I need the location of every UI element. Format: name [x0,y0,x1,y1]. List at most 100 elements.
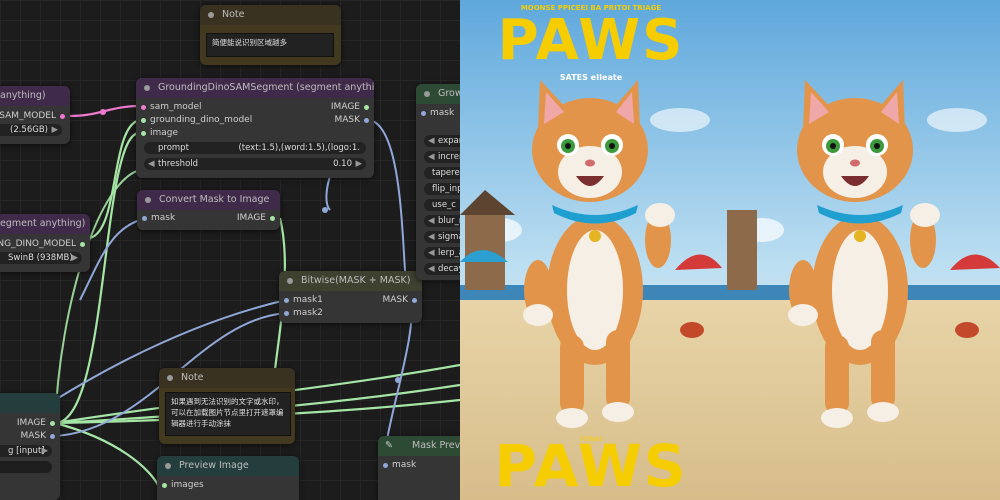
grow-widget-label: use_c [432,200,456,210]
grow-mask-node[interactable]: Grow mask ◀expan ◀increm tapere flip_inp… [416,84,460,280]
chevron-right-icon[interactable]: ▶ [51,124,58,136]
collapse-dot-icon[interactable] [208,12,214,18]
image-file-value: g [input] [8,446,45,456]
grow-widget-tapered[interactable]: tapere [424,167,460,179]
sam-model-input-slot[interactable] [141,105,146,110]
prompt-field[interactable]: prompt (text:1.5),(word:1.5),(logo:1. [144,142,366,154]
chevron-left-icon[interactable]: ◀ [428,231,435,243]
bitwise-mask-node[interactable]: Bitwise(MASK + MASK) mask1 MASK mask2 [279,271,422,323]
sam-model-select[interactable]: (2.56GB) ▶ [0,124,62,136]
sam-loader-header: anything) [0,86,70,106]
mask-output-slot[interactable] [364,118,369,123]
note-mid-header: Note [159,368,295,388]
grow-widget-increment[interactable]: ◀increm [424,151,460,163]
segment-row-3: image [136,127,374,140]
note-mid-text[interactable]: 如果遇到无法识别的文字或水印，可以在加载图片节点里打开遮罩编辑器进行手动涂抹 [165,392,291,436]
grow-widget-sigma[interactable]: ◀sigma [424,231,460,243]
preview-images-input-slot[interactable] [162,483,167,488]
image-file-select[interactable]: g [input] ▶ [0,445,52,457]
chevron-right-icon[interactable]: ▶ [355,158,362,170]
collapse-dot-icon[interactable] [287,278,293,284]
bitwise-row-2: mask2 [279,307,422,320]
load-image-node[interactable]: IMAGE MASK g [input] ▶ [0,393,60,500]
grounding-sam-segment-node[interactable]: GroundingDinoSAMSegment (segment anythin… [136,78,374,178]
collapse-dot-icon[interactable] [167,375,173,381]
grow-mask-input-slot[interactable] [421,111,426,116]
chevron-left-icon[interactable]: ◀ [428,215,435,227]
note-top-text[interactable]: 简便能说识别区域越多 [206,33,334,57]
preview-image-node[interactable]: Preview Image images [157,456,299,500]
threshold-slider[interactable]: ◀ threshold 0.10 ▶ [144,158,366,170]
preview-images-input-label: images [171,480,204,490]
grounding-output-slot[interactable] [80,242,85,247]
poster-illustration-clean [722,0,1000,500]
node-editor-canvas[interactable]: Note 简便能说识别区域越多 anything) SAM_MODEL (2.5… [0,0,460,500]
collapse-dot-icon[interactable] [165,463,171,469]
grow-widget-decay[interactable]: ◀decay [424,263,460,275]
grounding-loader-title: egment anything) [0,218,86,229]
grow-widget-blur-radius[interactable]: ◀ blur_r [424,215,460,227]
note-top-header: Note [200,5,341,25]
chevron-left-icon[interactable]: ◀ [428,135,435,147]
mask1-input-slot[interactable] [284,298,289,303]
sam-model-loader-node[interactable]: anything) SAM_MODEL (2.56GB) ▶ [0,86,70,144]
chevron-left-icon[interactable]: ◀ [148,158,155,170]
image-input-slot[interactable] [141,131,146,136]
chevron-right-icon[interactable]: ▶ [41,445,48,457]
bitwise-output-slot[interactable] [412,298,417,303]
grounding-dino-loader-node[interactable]: egment anything) DING_DINO_MODEL SwinB (… [0,214,90,272]
convert-mask-input-label: mask [151,213,176,223]
load-mask-output-label: MASK [20,431,46,441]
prompt-value: (text:1.5),(word:1.5),(logo:1. [238,143,360,153]
mask2-input-slot[interactable] [284,311,289,316]
grow-widget-expand[interactable]: ◀expan [424,135,460,147]
load-image-output-slot[interactable] [50,421,55,426]
grow-widget-lerp-alpha[interactable]: ◀lerp_a [424,247,460,259]
note-node-middle[interactable]: Note 如果遇到无法识别的文字或水印，可以在加载图片节点里打开遮罩编辑器进行手… [159,368,295,444]
grounding-model-select[interactable]: SwinB (938MB) ▶ [0,252,82,264]
collapse-dot-icon[interactable] [424,91,430,97]
convert-image-output-slot[interactable] [270,216,275,221]
convert-row: mask IMAGE [137,212,280,225]
mask-preview-input-slot[interactable] [383,463,388,468]
bitwise-row-1: mask1 MASK [279,294,422,307]
image-output-slot[interactable] [364,105,369,110]
mask-preview-row: mask [378,459,460,472]
preview-header: Preview Image [157,456,299,476]
segment-title: GroundingDinoSAMSegment (segment anythin… [158,82,374,93]
image-output-label: IMAGE [330,102,360,112]
grounding-input-slot[interactable] [141,118,146,123]
note-node-top[interactable]: Note 简便能说识别区域越多 [200,5,341,65]
mask-preview-node[interactable]: ✎ Mask Previ mask [378,436,460,500]
convert-mask-input-slot[interactable] [142,216,147,221]
chevron-left-icon[interactable]: ◀ [428,263,435,275]
chevron-left-icon[interactable]: ◀ [428,151,435,163]
image-input-label: image [150,128,179,138]
upload-button[interactable] [0,461,52,473]
poster-bottom-title: PAWS [494,432,688,500]
load-mask-output-slot[interactable] [50,434,55,439]
grow-widget-flip-input[interactable]: flip_inp [424,183,460,195]
sam-model-output-slot[interactable] [60,114,65,119]
mask-preview-title: Mask Previ [412,440,460,451]
mask-output-label: MASK [334,115,360,125]
chevron-right-icon[interactable]: ▶ [71,252,78,264]
segment-row-1: sam_model IMAGE [136,101,374,114]
collapse-dot-icon[interactable] [144,85,150,91]
bitwise-header: Bitwise(MASK + MASK) [279,271,422,291]
grow-widget-use-cuda[interactable]: use_c [424,199,460,211]
grow-widget-label: lerp_a [438,248,460,258]
sam-model-value: (2.56GB) [10,125,48,135]
convert-mask-to-image-node[interactable]: Convert Mask to Image mask IMAGE [137,190,280,230]
grounding-loader-header: egment anything) [0,214,90,234]
grow-mask-row: mask [416,107,460,120]
note-mid-title: Note [181,372,204,383]
prompt-label: prompt [158,143,189,153]
collapse-dot-icon[interactable] [145,197,151,203]
poster-title: PAWS [497,8,685,73]
sam-loader-title: anything) [0,90,46,101]
bitwise-output-label: MASK [382,295,408,305]
chevron-left-icon[interactable]: ◀ [428,247,435,259]
sam-model-output-label: SAM_MODEL [0,111,56,121]
segment-header: GroundingDinoSAMSegment (segment anythin… [136,78,374,98]
